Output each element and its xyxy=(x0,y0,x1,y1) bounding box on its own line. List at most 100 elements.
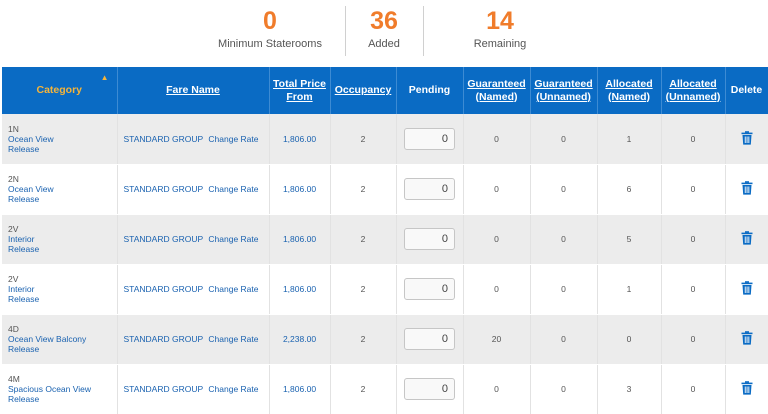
allocated-unnamed-cell: 0 xyxy=(661,264,726,315)
pending-input[interactable]: 0 xyxy=(404,328,455,350)
release-link[interactable]: Release xyxy=(8,244,117,254)
occupancy-cell: 2 xyxy=(330,114,397,165)
occupancy-cell: 2 xyxy=(330,364,397,414)
fare-name-link[interactable]: STANDARD GROUP xyxy=(124,184,204,194)
table-row: 4M Spacious Ocean View Release STANDARD … xyxy=(2,364,768,414)
category-name-link[interactable]: Spacious Ocean View xyxy=(8,384,117,394)
total-price-cell: 1,806.00 xyxy=(269,364,331,414)
pending-input[interactable]: 0 xyxy=(404,178,455,200)
remaining-label: Remaining xyxy=(473,38,527,50)
fare-name-link[interactable]: STANDARD GROUP xyxy=(124,284,204,294)
col-header-category[interactable]: ▲ Category xyxy=(2,67,118,114)
delete-cell xyxy=(725,114,768,165)
total-price-link[interactable]: 1,806.00 xyxy=(283,284,316,294)
guaranteed-named-cell: 20 xyxy=(463,314,531,365)
allocated-named-cell: 1 xyxy=(597,114,662,165)
allocated-named-cell: 5 xyxy=(597,214,662,265)
allocated-unnamed-cell: 0 xyxy=(661,364,726,414)
allocated-named-cell: 3 xyxy=(597,364,662,414)
guaranteed-named-cell: 0 xyxy=(463,114,531,165)
allocated-named-cell: 6 xyxy=(597,164,662,215)
pending-input[interactable]: 0 xyxy=(404,278,455,300)
total-price-link[interactable]: 2,238.00 xyxy=(283,334,316,344)
pending-input[interactable]: 0 xyxy=(404,228,455,250)
pending-input[interactable]: 0 xyxy=(404,378,455,400)
change-rate-link[interactable]: Change Rate xyxy=(208,284,258,294)
fare-name-cell: STANDARD GROUP Change Rate xyxy=(117,364,270,414)
total-price-cell: 2,238.00 xyxy=(269,314,331,365)
category-name-link[interactable]: Interior xyxy=(8,284,117,294)
added-stat: 36 Added xyxy=(345,0,423,50)
change-rate-link[interactable]: Change Rate xyxy=(208,334,258,344)
category-cell: 1N Ocean View Release xyxy=(2,114,118,165)
fare-name-link[interactable]: STANDARD GROUP xyxy=(124,334,204,344)
category-name-link[interactable]: Ocean View xyxy=(8,184,117,194)
allocated-unnamed-cell: 0 xyxy=(661,114,726,165)
minimum-staterooms-label: Minimum Staterooms xyxy=(218,38,322,50)
category-code: 4D xyxy=(8,324,19,334)
occupancy-cell: 2 xyxy=(330,214,397,265)
col-header-fare-name[interactable]: Fare Name xyxy=(117,67,270,114)
col-header-pending: Pending xyxy=(396,67,464,114)
allocated-unnamed-cell: 0 xyxy=(661,164,726,215)
divider xyxy=(423,6,424,56)
table-row: 4D Ocean View Balcony Release STANDARD G… xyxy=(2,314,768,365)
fare-name-link[interactable]: STANDARD GROUP xyxy=(124,384,204,394)
guaranteed-unnamed-cell: 0 xyxy=(530,164,598,215)
guaranteed-unnamed-cell: 0 xyxy=(530,114,598,165)
guaranteed-named-cell: 0 xyxy=(463,264,531,315)
allocated-unnamed-cell: 0 xyxy=(661,314,726,365)
total-price-link[interactable]: 1,806.00 xyxy=(283,384,316,394)
release-link[interactable]: Release xyxy=(8,344,117,354)
fare-name-link[interactable]: STANDARD GROUP xyxy=(124,234,204,244)
col-header-occupancy[interactable]: Occupancy xyxy=(330,67,397,114)
col-header-allocated-unnamed[interactable]: Allocated (Unnamed) xyxy=(661,67,726,114)
category-cell: 2V Interior Release xyxy=(2,214,118,265)
category-code: 2V xyxy=(8,274,19,284)
change-rate-link[interactable]: Change Rate xyxy=(208,384,258,394)
release-link[interactable]: Release xyxy=(8,194,117,204)
category-code: 4M xyxy=(8,374,20,384)
total-price-link[interactable]: 1,806.00 xyxy=(283,184,316,194)
change-rate-link[interactable]: Change Rate xyxy=(208,134,258,144)
category-cell: 4M Spacious Ocean View Release xyxy=(2,364,118,414)
trash-icon[interactable] xyxy=(741,181,753,197)
added-label: Added xyxy=(368,38,400,50)
pending-cell: 0 xyxy=(396,164,464,215)
col-header-delete: Delete xyxy=(725,67,768,114)
pending-input[interactable]: 0 xyxy=(404,127,455,150)
col-header-total-price[interactable]: Total Price From xyxy=(269,67,331,114)
change-rate-link[interactable]: Change Rate xyxy=(208,234,258,244)
category-code: 2N xyxy=(8,174,19,184)
staterooms-table: ▲ Category Fare Name Total Price From Oc… xyxy=(2,67,768,414)
release-link[interactable]: Release xyxy=(8,394,117,404)
fare-name-cell: STANDARD GROUP Change Rate xyxy=(117,214,270,265)
category-cell: 4D Ocean View Balcony Release xyxy=(2,314,118,365)
occupancy-cell: 2 xyxy=(330,164,397,215)
release-link[interactable]: Release xyxy=(8,294,117,304)
fare-name-link[interactable]: STANDARD GROUP xyxy=(124,134,204,144)
added-value: 36 xyxy=(370,7,398,35)
guaranteed-named-cell: 0 xyxy=(463,164,531,215)
col-header-allocated-named[interactable]: Allocated (Named) xyxy=(597,67,662,114)
trash-icon[interactable] xyxy=(741,231,753,247)
category-name-link[interactable]: Interior xyxy=(8,234,117,244)
trash-icon[interactable] xyxy=(741,281,753,297)
guaranteed-named-cell: 0 xyxy=(463,364,531,414)
release-link[interactable]: Release xyxy=(8,144,117,154)
table-row: 1N Ocean View Release STANDARD GROUP Cha… xyxy=(2,114,768,165)
col-header-guaranteed-unnamed[interactable]: Guaranteed (Unnamed) xyxy=(530,67,598,114)
category-name-link[interactable]: Ocean View xyxy=(8,134,117,144)
trash-icon[interactable] xyxy=(741,130,753,147)
pending-cell: 0 xyxy=(396,114,464,165)
category-name-link[interactable]: Ocean View Balcony xyxy=(8,334,117,344)
table-header-row: ▲ Category Fare Name Total Price From Oc… xyxy=(2,67,768,114)
change-rate-link[interactable]: Change Rate xyxy=(208,184,258,194)
total-price-link[interactable]: 1,806.00 xyxy=(283,234,316,244)
trash-icon[interactable] xyxy=(741,381,753,397)
stateroom-summary: 0 Minimum Staterooms 36 Added 14 Remaini… xyxy=(0,0,768,67)
guaranteed-unnamed-cell: 0 xyxy=(530,314,598,365)
col-header-guaranteed-named[interactable]: Guaranteed (Named) xyxy=(463,67,531,114)
total-price-link[interactable]: 1,806.00 xyxy=(283,134,316,144)
trash-icon[interactable] xyxy=(741,331,753,347)
